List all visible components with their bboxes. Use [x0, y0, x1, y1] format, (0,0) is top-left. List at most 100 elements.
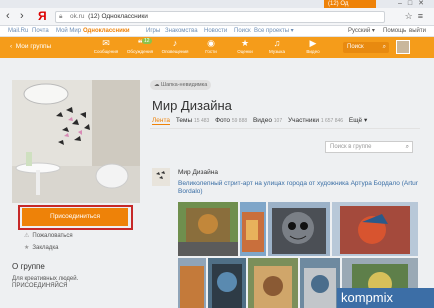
tab-photos[interactable]: Фото 59 888: [215, 117, 247, 124]
tab-members[interactable]: Участники 1 657 846: [288, 117, 343, 124]
toolbar-search[interactable]: Поиск ⌕: [343, 42, 389, 53]
complain-link[interactable]: ⚠ Пожаловаться: [24, 232, 73, 239]
toolbar-label: Сообщения: [93, 49, 119, 54]
tab-label: Ещё ▾: [348, 117, 368, 124]
lock-icon: 🔒︎: [59, 13, 63, 20]
toolbar-label: Оповещения: [161, 49, 189, 54]
url-domain: ok.ru: [70, 13, 85, 20]
group-cover-image: [12, 80, 140, 203]
toolbar-guests[interactable]: ◉ Гости: [196, 38, 226, 55]
toolbar-notifications[interactable]: ♪ Оповещения: [160, 38, 190, 55]
tab-count: 59 888: [231, 118, 248, 124]
forward-arrow-icon[interactable]: ›: [20, 10, 24, 22]
portal-item[interactable]: Все проекты ▾: [254, 26, 294, 37]
portal-item[interactable]: Почта: [32, 26, 49, 37]
warning-icon: ⚠: [24, 233, 30, 239]
music-icon: ♫: [273, 38, 281, 48]
tab-title: (12) Од: [328, 1, 349, 7]
group-search-input[interactable]: Поиск в группе ⌕: [325, 141, 413, 153]
toolbar-ratings[interactable]: ★ Оценки: [230, 38, 260, 55]
notification-badge: 12: [142, 38, 152, 44]
group-search-placeholder: Поиск в группе: [330, 144, 372, 150]
message-icon: ✉: [102, 38, 110, 48]
search-icon: ⌕: [382, 44, 386, 50]
my-groups-link[interactable]: ‹ Мои группы: [10, 43, 51, 50]
toolbar-label: Обсуждения: [126, 49, 154, 54]
tab-more[interactable]: Ещё ▾: [349, 117, 367, 124]
logout-link[interactable]: выйти: [409, 26, 426, 37]
post-photo[interactable]: [208, 258, 246, 308]
toolbar-label: Гости: [205, 49, 217, 54]
star-icon: ★: [240, 38, 250, 48]
help-link[interactable]: Помощь: [383, 26, 406, 37]
toolbar-label: Оценки: [237, 49, 253, 54]
portal-item[interactable]: Игры: [146, 26, 160, 37]
main-toolbar: ‹ Мои группы ✉ Сообщения ❝ 12 Обсуждения ♪ О…: [0, 37, 434, 58]
toolbar-label: Музыка: [269, 49, 285, 54]
language-select[interactable]: Русский ▾: [348, 26, 375, 37]
guests-icon: ◉: [207, 38, 215, 48]
post-photo[interactable]: [332, 202, 418, 256]
browser-menu-icons[interactable]: ☆≡: [405, 11, 428, 22]
portal-bar: Mail.Ru Почта Мой Мир Одноклассники Игры…: [0, 26, 434, 37]
yandex-logo[interactable]: Я: [38, 9, 47, 23]
portal-item-ok[interactable]: Одноклассники: [83, 26, 130, 37]
toolbar-messages[interactable]: ✉ Сообщения: [91, 38, 121, 55]
portal-item[interactable]: Поиск: [234, 26, 251, 37]
tab-count: 107: [273, 118, 283, 124]
post-photo[interactable]: [300, 258, 340, 308]
tab-label: Лента: [152, 117, 170, 124]
post-photo[interactable]: [248, 258, 298, 308]
portal-item[interactable]: Знакомства: [165, 26, 198, 37]
address-bar: ‹ › Я 🔒︎ ok.ru (12) Одноклассники ☆≡: [0, 8, 434, 26]
divider: [150, 128, 420, 129]
toolbar-label: Видео: [306, 49, 320, 54]
tab-feed[interactable]: Лента: [152, 117, 170, 125]
breadcrumb-label: Шапка-невидимка: [161, 82, 208, 88]
post-author[interactable]: Мир Дизайна: [178, 169, 218, 176]
post-photo[interactable]: [178, 202, 238, 256]
post-photo[interactable]: [268, 202, 330, 256]
portal-item[interactable]: Mail.Ru: [8, 26, 28, 37]
tab-topics[interactable]: Темы 15 483: [176, 117, 209, 124]
tab-label: Фото: [215, 117, 231, 124]
toolbar-discussions[interactable]: ❝ 12 Обсуждения: [125, 38, 155, 55]
window-controls[interactable]: –□✕: [398, 0, 430, 7]
post-photo[interactable]: [178, 258, 206, 308]
bell-icon: ♪: [172, 38, 178, 48]
complain-label: Пожаловаться: [32, 233, 73, 239]
url-field[interactable]: 🔒︎ ok.ru (12) Одноклассники: [55, 11, 385, 23]
bookmark-link[interactable]: ★ Закладка: [24, 244, 58, 251]
back-arrow-icon[interactable]: ‹: [6, 10, 10, 22]
join-group-button[interactable]: Присоединиться: [22, 208, 128, 226]
tab-video[interactable]: Видео 107: [253, 117, 282, 124]
tab-count: 1 657 846: [320, 118, 344, 124]
bookmark-icon: ★: [24, 245, 30, 251]
bookmark-label: Закладка: [32, 245, 59, 251]
browser-tab[interactable]: (12) Од: [324, 0, 376, 8]
tab-count: 15 483: [194, 118, 210, 124]
portal-item[interactable]: Мой Мир: [56, 26, 81, 37]
browser-titlebar: (12) Од –□✕: [0, 0, 434, 8]
post-text[interactable]: Великолепный стрит-арт на улицах города …: [178, 180, 418, 196]
tab-label: Участники: [287, 117, 319, 124]
kompmix-logo: kompmix: [341, 290, 394, 305]
my-groups-label: Мои группы: [15, 43, 52, 50]
search-icon: ⌕: [405, 144, 409, 150]
post-author-avatar[interactable]: [152, 168, 170, 186]
group-tabs: Лента Темы 15 483 Фото 59 888 Видео 107 …: [152, 116, 371, 125]
tab-label: Видео: [252, 117, 272, 124]
toolbar-video[interactable]: ▶ Видео: [298, 38, 328, 55]
portal-item[interactable]: Новости: [204, 26, 227, 37]
page-title: Мир Дизайна: [152, 98, 232, 113]
watermark-logo: kompmix: [337, 288, 434, 308]
about-text: Для креативных людей. ПРИСОЕДИНЯЙСЯ: [12, 276, 79, 289]
video-icon: ▶: [309, 38, 317, 48]
user-avatar[interactable]: [396, 40, 410, 54]
post-photo[interactable]: [240, 202, 266, 256]
breadcrumb[interactable]: ☁ Шапка-невидимка: [150, 80, 212, 90]
toolbar-music[interactable]: ♫ Музыка: [262, 38, 292, 55]
tab-label: Темы: [175, 117, 193, 124]
about-title: О группе: [12, 262, 45, 271]
url-title: (12) Одноклассники: [88, 13, 148, 20]
